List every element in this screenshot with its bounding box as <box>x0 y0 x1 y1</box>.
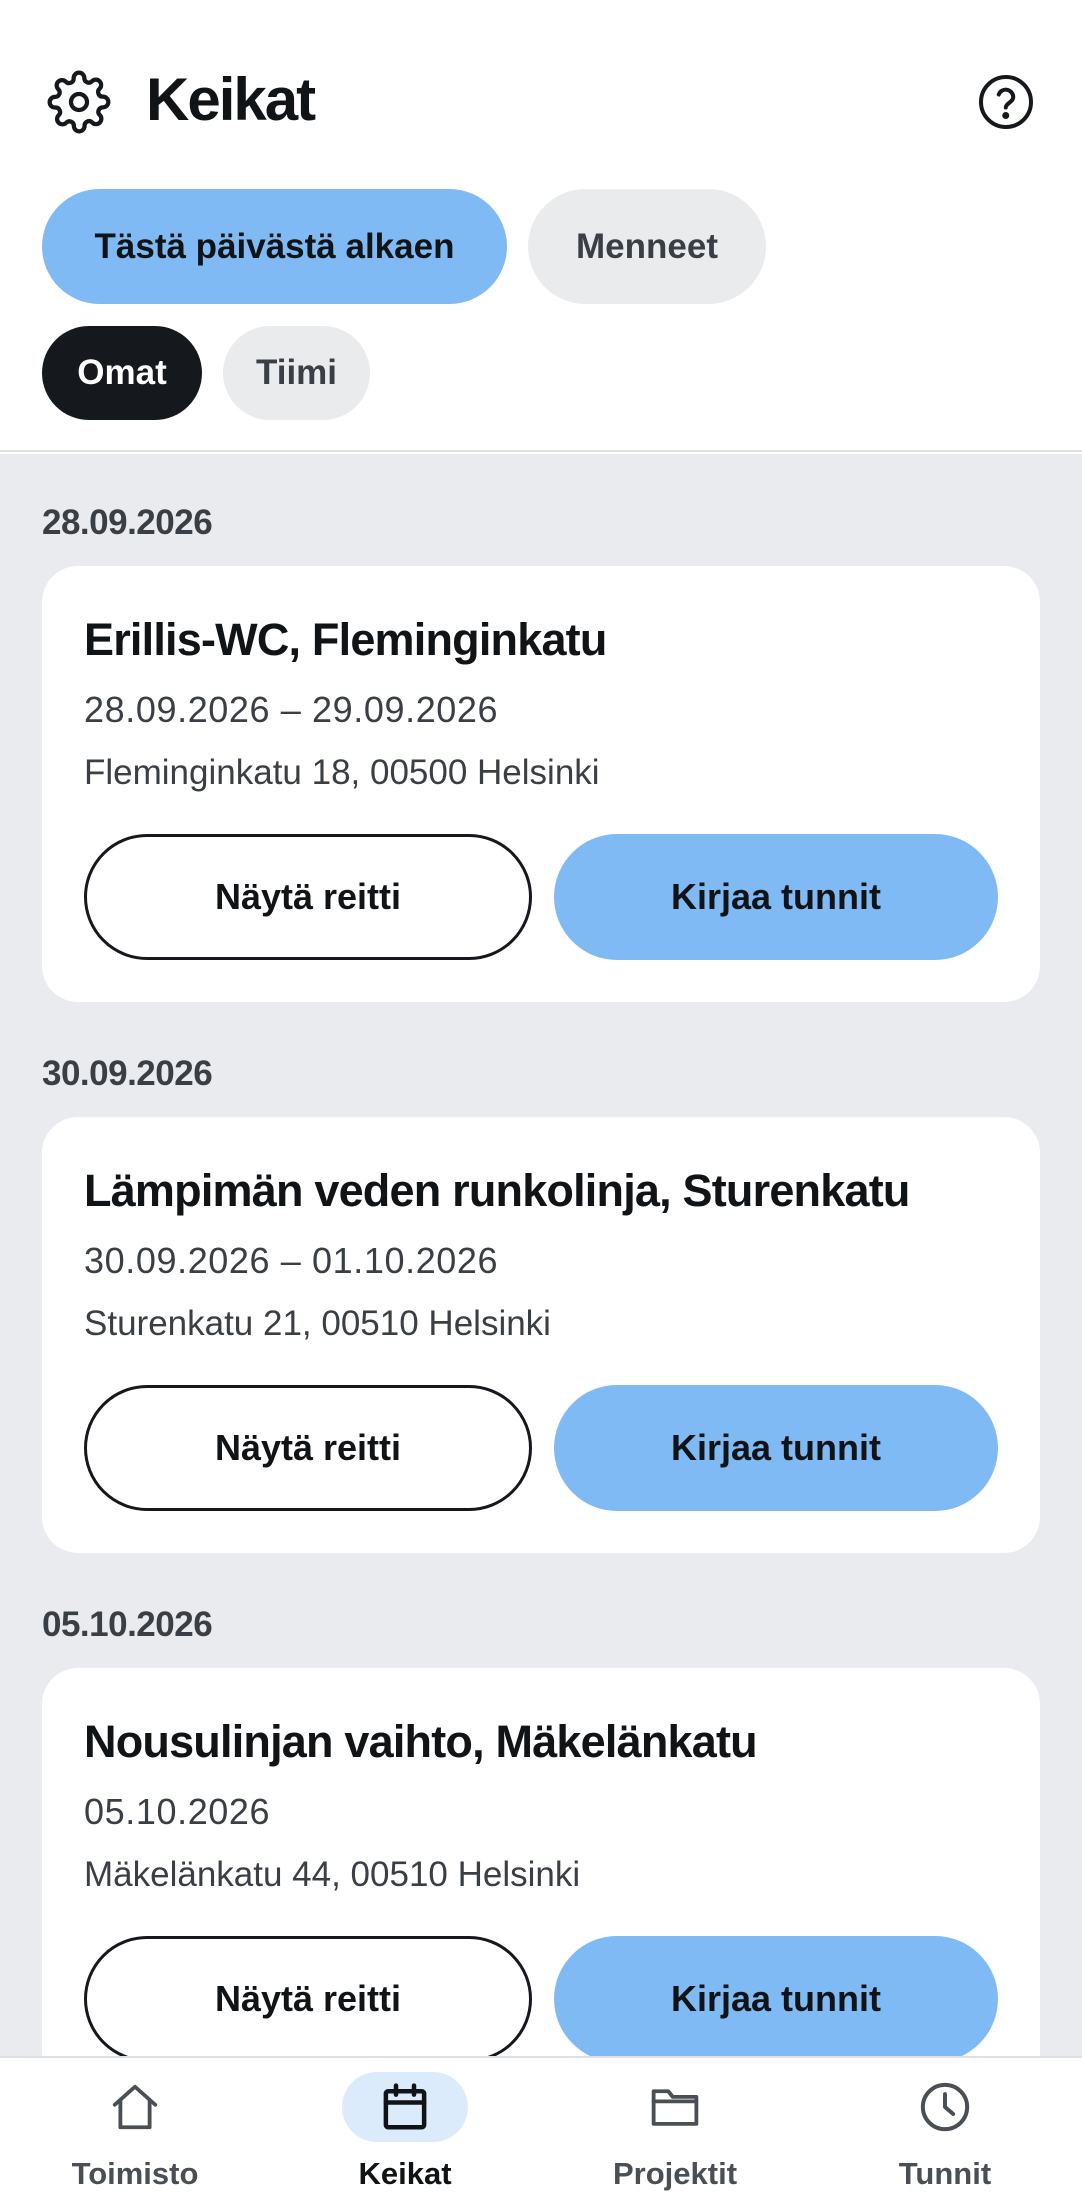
job-address: Mäkelänkatu 44, 00510 Helsinki <box>84 1855 581 1894</box>
job-card: Erillis-WC, Fleminginkatu 28.09.2026 – 2… <box>42 566 1040 1002</box>
calendar-icon <box>383 2083 427 2130</box>
job-title: Erillis-WC, Fleminginkatu <box>84 614 607 665</box>
nav-label: Keikat <box>358 2156 452 2191</box>
home-icon <box>112 2084 158 2130</box>
page-title: Keikat <box>146 66 316 133</box>
nav-icon-container <box>882 2072 1008 2142</box>
nav-icon-container <box>342 2072 468 2142</box>
log-hours-button[interactable]: Kirjaa tunnit <box>554 1936 998 2056</box>
nav-label: Tunnit <box>898 2156 992 2191</box>
group-date-heading: 28.09.2026 <box>42 503 213 542</box>
nav-item-keikat[interactable]: Keikat <box>270 2058 540 2202</box>
gear-icon <box>47 70 111 134</box>
nav-label: Projektit <box>612 2156 738 2191</box>
job-title: Nousulinjan vaihto, Mäkelänkatu <box>84 1716 758 1767</box>
job-list[interactable]: 28.09.2026 Erillis-WC, Fleminginkatu 28.… <box>0 454 1082 2056</box>
filter-chip-own[interactable]: Omat <box>42 326 202 420</box>
clock-icon <box>920 2082 970 2132</box>
job-address: Sturenkatu 21, 00510 Helsinki <box>84 1304 551 1343</box>
show-route-button[interactable]: Näytä reitti <box>84 834 532 960</box>
job-dates: 05.10.2026 <box>84 1791 271 1832</box>
show-route-button[interactable]: Näytä reitti <box>84 1385 532 1511</box>
app-header: Keikat Tästä päivästä alkaen Menneet Oma… <box>0 0 1082 452</box>
bottom-navigation: Toimisto Keikat Projektit Tunnit <box>0 2056 1082 2202</box>
job-dates: 28.09.2026 – 29.09.2026 <box>84 689 499 730</box>
folder-icon <box>651 2089 699 2126</box>
job-address: Fleminginkatu 18, 00500 Helsinki <box>84 753 600 792</box>
job-card: Lämpimän veden runkolinja, Sturenkatu 30… <box>42 1117 1040 1553</box>
help-button[interactable] <box>966 62 1046 142</box>
filter-chip-team[interactable]: Tiimi <box>223 326 370 420</box>
nav-label: Toimisto <box>71 2156 199 2191</box>
show-route-button[interactable]: Näytä reitti <box>84 1936 532 2056</box>
group-date-heading: 30.09.2026 <box>42 1054 213 1093</box>
help-circle-icon <box>979 75 1033 129</box>
log-hours-button[interactable]: Kirjaa tunnit <box>554 834 998 960</box>
job-card: Nousulinjan vaihto, Mäkelänkatu 05.10.20… <box>42 1668 1040 2056</box>
nav-item-toimisto[interactable]: Toimisto <box>0 2058 270 2202</box>
log-hours-button[interactable]: Kirjaa tunnit <box>554 1385 998 1511</box>
nav-icon-container <box>72 2072 198 2142</box>
settings-button[interactable] <box>38 64 120 140</box>
nav-icon-container <box>612 2072 738 2142</box>
nav-item-tunnit[interactable]: Tunnit <box>810 2058 1080 2202</box>
job-title: Lämpimän veden runkolinja, Sturenkatu <box>84 1165 910 1216</box>
filter-chip-from-today[interactable]: Tästä päivästä alkaen <box>42 189 507 304</box>
group-date-heading: 05.10.2026 <box>42 1605 213 1644</box>
nav-item-projektit[interactable]: Projektit <box>540 2058 810 2202</box>
job-dates: 30.09.2026 – 01.10.2026 <box>84 1240 499 1281</box>
filter-chip-past[interactable]: Menneet <box>528 189 766 304</box>
